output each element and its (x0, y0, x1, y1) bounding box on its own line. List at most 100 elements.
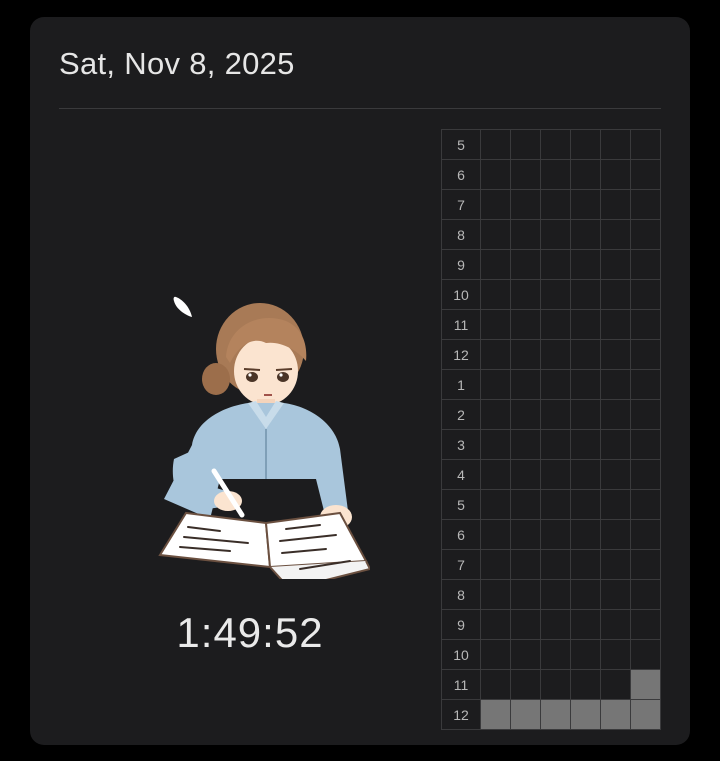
activity-cell (601, 430, 631, 460)
activity-cell (601, 220, 631, 250)
hour-label: 1 (442, 370, 481, 400)
activity-cell-filled (631, 700, 661, 730)
activity-cell (571, 400, 601, 430)
activity-cell (541, 370, 571, 400)
activity-cell (631, 460, 661, 490)
activity-cell-filled (631, 670, 661, 700)
grid-row: 2 (442, 400, 661, 430)
activity-cell (601, 310, 631, 340)
activity-cell (571, 280, 601, 310)
daily-focus-card: Sat, Nov 8, 2025 1:49:52 5 6 7 8 9 10 11… (30, 17, 690, 745)
activity-cell (601, 280, 631, 310)
grid-row: 8 (442, 220, 661, 250)
activity-cell (631, 190, 661, 220)
activity-cell (481, 370, 511, 400)
activity-cell (511, 280, 541, 310)
grid-row: 1 (442, 370, 661, 400)
hour-label: 2 (442, 400, 481, 430)
activity-cell (571, 670, 601, 700)
activity-cell (631, 280, 661, 310)
activity-cell (631, 430, 661, 460)
activity-cell (571, 640, 601, 670)
activity-cell (571, 220, 601, 250)
activity-cell (481, 490, 511, 520)
activity-cell (601, 400, 631, 430)
activity-cell (601, 130, 631, 160)
grid-row: 3 (442, 430, 661, 460)
activity-cell (541, 640, 571, 670)
activity-cell (541, 250, 571, 280)
activity-cell (511, 580, 541, 610)
activity-cell (601, 460, 631, 490)
activity-cell (481, 520, 511, 550)
activity-cell (541, 310, 571, 340)
activity-cell (481, 130, 511, 160)
hour-label: 6 (442, 520, 481, 550)
activity-cell (511, 640, 541, 670)
hour-label: 3 (442, 430, 481, 460)
grid-row: 9 (442, 250, 661, 280)
activity-cell (571, 430, 601, 460)
activity-cell (631, 610, 661, 640)
activity-cell (481, 340, 511, 370)
activity-cell (511, 550, 541, 580)
activity-cell-filled (571, 700, 601, 730)
hour-label: 4 (442, 460, 481, 490)
grid-row: 10 (442, 280, 661, 310)
hour-label: 8 (442, 220, 481, 250)
activity-cell (571, 610, 601, 640)
activity-cell (541, 190, 571, 220)
activity-cell (511, 190, 541, 220)
studying-girl-illustration (130, 279, 372, 591)
activity-cell-filled (481, 700, 511, 730)
activity-cell (511, 610, 541, 640)
grid-row: 8 (442, 580, 661, 610)
activity-cell (571, 130, 601, 160)
activity-cell (541, 550, 571, 580)
grid-row: 5 (442, 490, 661, 520)
activity-cell (541, 130, 571, 160)
activity-cell (571, 190, 601, 220)
hour-label: 5 (442, 490, 481, 520)
activity-cell (481, 250, 511, 280)
hour-label: 10 (442, 640, 481, 670)
activity-cell (571, 580, 601, 610)
hour-label: 10 (442, 280, 481, 310)
elapsed-timer: 1:49:52 (176, 609, 324, 656)
hour-label: 6 (442, 160, 481, 190)
activity-cell (631, 220, 661, 250)
activity-cell (481, 550, 511, 580)
grid-row: 12 (442, 340, 661, 370)
activity-cell (541, 520, 571, 550)
activity-cell (541, 280, 571, 310)
activity-cell (481, 580, 511, 610)
grid-row: 11 (442, 670, 661, 700)
activity-cell (631, 640, 661, 670)
activity-cell (511, 340, 541, 370)
activity-cell (511, 310, 541, 340)
activity-cell (601, 370, 631, 400)
activity-cell (511, 670, 541, 700)
hour-label: 9 (442, 250, 481, 280)
activity-cell (601, 580, 631, 610)
hour-label: 11 (442, 670, 481, 700)
activity-cell (481, 400, 511, 430)
activity-cell (541, 220, 571, 250)
grid-row: 9 (442, 610, 661, 640)
grid-row: 11 (442, 310, 661, 340)
activity-cell-filled (541, 700, 571, 730)
activity-cell (571, 520, 601, 550)
activity-cell (541, 670, 571, 700)
activity-cell (571, 490, 601, 520)
activity-cell (631, 130, 661, 160)
activity-cell (541, 430, 571, 460)
grid-row: 5 (442, 130, 661, 160)
activity-cell (631, 520, 661, 550)
grid-row: 12 (442, 700, 661, 730)
header-divider (59, 108, 661, 109)
activity-cell (571, 310, 601, 340)
grid-row: 6 (442, 520, 661, 550)
activity-cell (481, 430, 511, 460)
activity-cell (601, 160, 631, 190)
activity-cell (511, 220, 541, 250)
